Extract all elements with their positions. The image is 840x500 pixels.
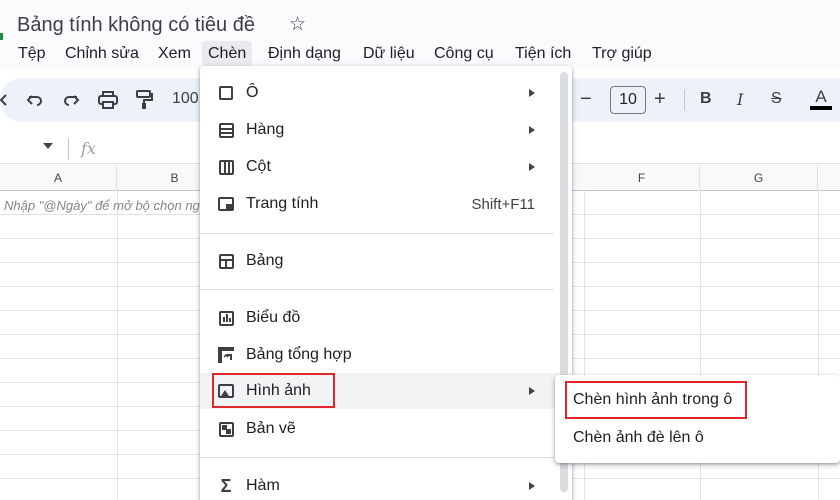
sigma-icon: Σ <box>220 476 232 496</box>
menu-edit[interactable]: Chỉnh sửa <box>59 41 145 67</box>
insert-menu-sheet[interactable]: Trang tính Shift+F11 <box>200 186 562 222</box>
menu-data[interactable]: Dữ liệu <box>357 41 421 67</box>
italic-button[interactable]: I <box>737 90 743 109</box>
increase-font-size-button[interactable]: + <box>654 88 666 111</box>
print-icon[interactable] <box>97 89 119 111</box>
menu-item-label: Bảng tổng hợp <box>246 346 352 363</box>
paint-format-icon[interactable] <box>133 89 155 111</box>
insert-image-over-cells[interactable]: Chèn ảnh đè lên ô <box>573 429 704 447</box>
keyboard-shortcut: Shift+F11 <box>471 196 535 213</box>
cell-icon <box>217 84 235 102</box>
submenu-arrow-icon <box>529 126 535 134</box>
submenu-arrow-icon <box>529 387 535 395</box>
toolbar-divider <box>684 89 685 111</box>
bold-button[interactable]: B <box>700 90 712 108</box>
menu-divider <box>200 289 554 290</box>
search-menus-icon[interactable] <box>0 89 8 111</box>
submenu-arrow-icon <box>529 89 535 97</box>
insert-menu-pivot-table[interactable]: Bảng tổng hợp <box>200 337 562 373</box>
insert-menu-table[interactable]: Bảng <box>200 243 562 279</box>
menu-file[interactable]: Tệp <box>12 41 52 67</box>
menu-item-label: Ô <box>246 84 259 101</box>
menu-tools[interactable]: Công cụ <box>428 41 500 67</box>
menu-format[interactable]: Định dạng <box>262 41 347 67</box>
menu-item-label: Bản vẽ <box>246 420 296 437</box>
insert-menu-drawing[interactable]: Bản vẽ <box>200 411 562 447</box>
columns-icon <box>217 158 235 176</box>
menu-item-label: Biểu đồ <box>246 309 301 326</box>
insert-menu-function[interactable]: Σ Hàm <box>200 468 562 500</box>
insert-menu: Ô Hàng Cột Trang tính Shift+F11 Bảng Biể… <box>200 66 572 500</box>
name-box-dropdown-icon[interactable] <box>43 143 53 149</box>
redo-icon[interactable] <box>60 89 82 111</box>
sheet-icon <box>217 195 235 213</box>
highlight-box-image-in-cell <box>565 381 747 419</box>
rows-icon <box>217 121 235 139</box>
column-header-a[interactable]: A <box>0 165 117 191</box>
column-header-g[interactable]: G <box>700 165 818 191</box>
formula-divider <box>68 138 69 160</box>
zoom-select[interactable]: 100 <box>172 90 199 108</box>
menu-insert[interactable]: Chèn <box>202 41 253 67</box>
menu-view[interactable]: Xem <box>152 41 197 67</box>
insert-menu-chart[interactable]: Biểu đồ <box>200 300 562 336</box>
document-title[interactable]: Bảng tính không có tiêu đề <box>17 14 255 37</box>
drawing-icon <box>217 420 235 438</box>
submenu-arrow-icon <box>529 482 535 490</box>
font-size-input[interactable]: 10 <box>610 86 646 114</box>
menu-item-label: Hàng <box>246 121 285 138</box>
highlight-box-image <box>212 373 335 408</box>
star-icon[interactable]: ☆ <box>289 14 306 36</box>
column-line <box>117 191 118 500</box>
table-icon <box>217 252 235 270</box>
menu-item-label: Bảng <box>246 252 284 269</box>
menu-divider <box>200 233 554 234</box>
column-header-f[interactable]: F <box>584 165 700 191</box>
text-color-button[interactable]: A <box>810 88 832 110</box>
menu-item-label: Trang tính <box>246 195 319 212</box>
chart-icon <box>217 309 235 327</box>
undo-icon[interactable] <box>24 89 46 111</box>
insert-menu-cells[interactable]: Ô <box>200 75 562 111</box>
cell-placeholder-hint: Nhập "@Ngày" để mở bộ chọn ngày <box>4 198 200 213</box>
insert-menu-columns[interactable]: Cột <box>200 149 562 185</box>
menu-divider <box>200 457 554 458</box>
menu-item-label: Hàm <box>246 477 280 494</box>
insert-menu-rows[interactable]: Hàng <box>200 112 562 148</box>
strikethrough-button[interactable]: S <box>771 90 782 108</box>
menu-item-label: Cột <box>246 158 271 175</box>
pivot-table-icon <box>217 346 235 364</box>
fx-icon: fx <box>81 139 96 158</box>
decrease-font-size-button[interactable]: − <box>580 88 592 111</box>
menu-help[interactable]: Trợ giúp <box>586 41 658 67</box>
submenu-arrow-icon <box>529 163 535 171</box>
menu-extensions[interactable]: Tiện ích <box>509 41 577 67</box>
